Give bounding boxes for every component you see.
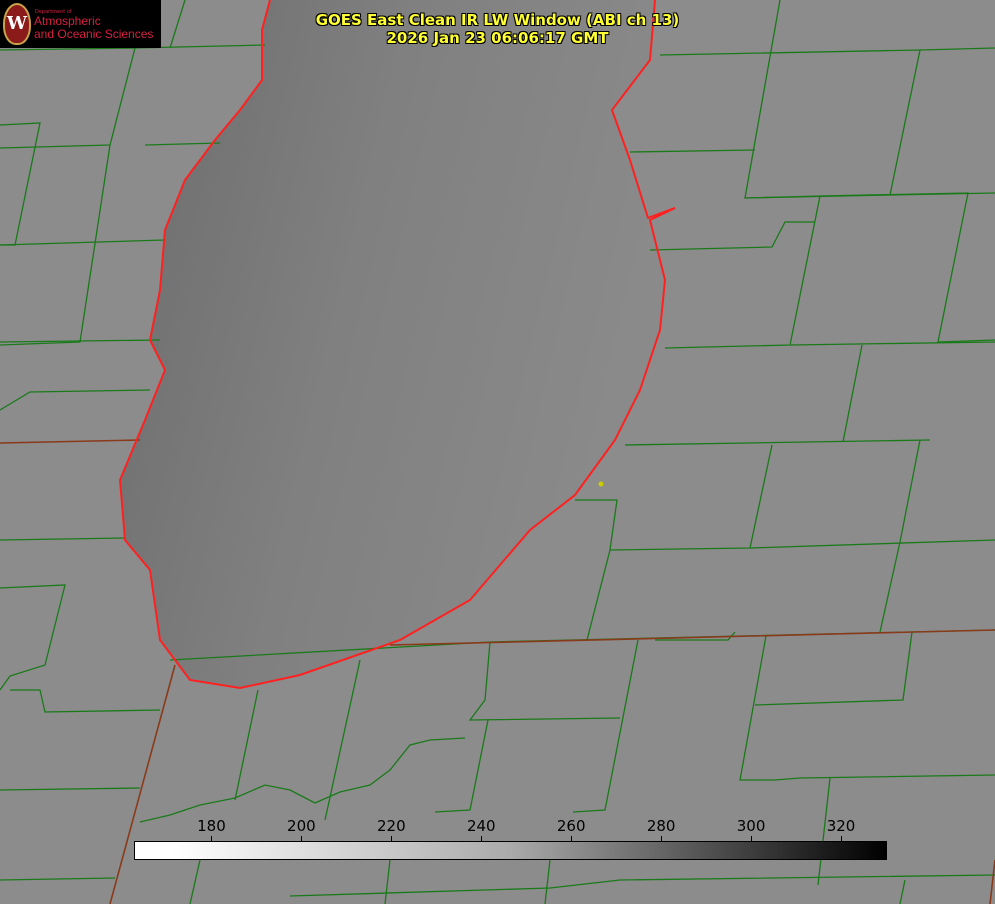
satellite-map — [0, 0, 995, 904]
colorbar-tick-mark — [391, 836, 393, 841]
colorbar-tick-label: 220 — [377, 817, 406, 835]
colorbar-tick-mark — [571, 836, 573, 841]
uw-seal-icon: W — [3, 3, 31, 45]
lake-michigan — [120, 0, 665, 688]
satellite-image-viewer: GOES East Clean IR LW Window (ABI ch 13)… — [0, 0, 995, 904]
aos-logo: W Department of Atmospheric and Oceanic … — [0, 0, 161, 48]
colorbar-tick-mark — [661, 836, 663, 841]
colorbar-tick-label: 280 — [646, 817, 676, 835]
logo-line1: Atmospheric — [34, 14, 101, 28]
colorbar-tick-label: 260 — [556, 817, 586, 835]
colorbar-tick-mark — [301, 836, 303, 841]
temperature-colorbar — [134, 841, 887, 860]
colorbar-tick-mark — [751, 836, 753, 841]
station-marker — [598, 481, 604, 487]
colorbar-tick-mark — [481, 836, 483, 841]
colorbar-tick-label: 320 — [826, 817, 856, 835]
colorbar-tick-label: 240 — [466, 817, 496, 835]
logo-line2: and Oceanic Sciences — [34, 27, 154, 41]
colorbar-tick-mark — [841, 836, 843, 841]
colorbar-tick-mark — [211, 836, 213, 841]
colorbar-tick-label: 180 — [197, 817, 226, 835]
colorbar-tick-label: 200 — [287, 817, 316, 835]
colorbar-tick-label: 300 — [736, 817, 766, 835]
